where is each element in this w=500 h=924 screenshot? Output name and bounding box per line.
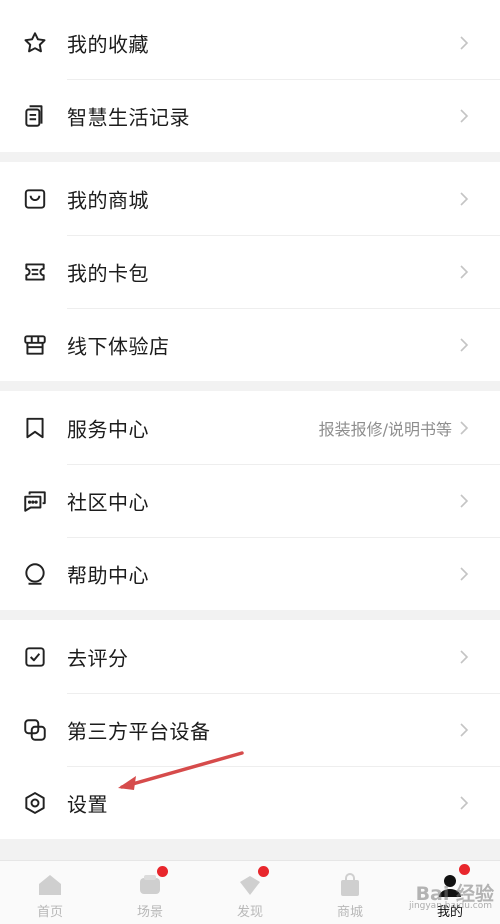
ticket-icon xyxy=(25,262,45,281)
menu-item-smart-life-records[interactable]: 智慧生活记录 xyxy=(0,79,500,152)
chevron-right-icon xyxy=(460,420,469,435)
settings-menu: 我的收藏 智慧生活记录 我的商城 我的卡包 线下体验店 服务中心 报装报修/说明… xyxy=(0,0,500,839)
checkbox-icon xyxy=(25,646,45,667)
chevron-right-icon xyxy=(460,649,469,664)
chevron-right-icon xyxy=(460,493,469,508)
help-icon xyxy=(25,562,45,585)
menu-item-label: 智慧生活记录 xyxy=(67,105,190,129)
menu-group-favorites: 我的收藏 智慧生活记录 xyxy=(0,0,500,152)
notification-badge xyxy=(157,866,168,877)
shopping-bag-icon xyxy=(24,188,46,209)
tab-label: 商城 xyxy=(336,905,363,920)
mall-icon xyxy=(341,873,359,896)
menu-item-label: 社区中心 xyxy=(67,490,149,514)
tab-label: 场景 xyxy=(136,905,163,920)
tab-home[interactable]: 首页 xyxy=(0,861,100,924)
tab-label: 首页 xyxy=(36,905,63,920)
notification-badge xyxy=(459,864,470,875)
tab-mall[interactable]: 商城 xyxy=(300,861,400,924)
section-divider xyxy=(0,152,500,162)
watermark-logo: Bai 经验 jingyan.baidu.com xyxy=(408,883,494,911)
chat-icon xyxy=(24,490,46,512)
chevron-right-icon xyxy=(460,337,469,352)
store-icon xyxy=(24,334,46,355)
menu-item-label: 我的卡包 xyxy=(67,261,149,285)
menu-item-label: 我的收藏 xyxy=(67,32,149,56)
menu-item-my-mall[interactable]: 我的商城 xyxy=(0,162,500,235)
menu-group-service: 服务中心 报装报修/说明书等 社区中心 帮助中心 xyxy=(0,391,500,610)
menu-item-favorites[interactable]: 我的收藏 xyxy=(0,6,500,79)
menu-item-rate[interactable]: 去评分 xyxy=(0,620,500,693)
section-divider xyxy=(0,381,500,391)
chevron-right-icon xyxy=(460,264,469,279)
document-icon xyxy=(25,104,43,127)
menu-item-subtitle: 报装报修/说明书等 xyxy=(318,419,452,439)
menu-item-community-center[interactable]: 社区中心 xyxy=(0,464,500,537)
menu-item-card-wallet[interactable]: 我的卡包 xyxy=(0,235,500,308)
menu-item-label: 设置 xyxy=(67,792,108,816)
settings-icon xyxy=(25,791,45,814)
chevron-right-icon xyxy=(460,566,469,581)
menu-item-label: 去评分 xyxy=(67,646,129,670)
link-icon xyxy=(24,718,46,741)
bookmark-icon xyxy=(26,417,44,438)
star-icon xyxy=(24,31,46,52)
home-icon xyxy=(39,875,61,895)
tab-scene[interactable]: 场景 xyxy=(100,861,200,924)
notification-badge xyxy=(258,866,269,877)
chevron-right-icon xyxy=(460,35,469,50)
chevron-right-icon xyxy=(460,722,469,737)
menu-group-shopping: 我的商城 我的卡包 线下体验店 xyxy=(0,162,500,381)
section-divider xyxy=(0,610,500,620)
tab-label: 发现 xyxy=(236,905,263,920)
menu-item-third-party-devices[interactable]: 第三方平台设备 xyxy=(0,693,500,766)
menu-item-service-center[interactable]: 服务中心 报装报修/说明书等 xyxy=(0,391,500,464)
menu-item-label: 我的商城 xyxy=(67,188,149,212)
menu-group-settings: 去评分 第三方平台设备 设置 xyxy=(0,620,500,839)
menu-item-label: 服务中心 xyxy=(67,417,149,441)
chevron-right-icon xyxy=(460,108,469,123)
chevron-right-icon xyxy=(460,795,469,810)
menu-item-label: 帮助中心 xyxy=(67,563,149,587)
menu-item-label: 线下体验店 xyxy=(67,334,170,358)
menu-item-label: 第三方平台设备 xyxy=(67,719,211,743)
chevron-right-icon xyxy=(460,191,469,206)
menu-item-settings[interactable]: 设置 xyxy=(0,766,500,839)
tab-discover[interactable]: 发现 xyxy=(200,861,300,924)
menu-item-help-center[interactable]: 帮助中心 xyxy=(0,537,500,610)
menu-item-offline-store[interactable]: 线下体验店 xyxy=(0,308,500,381)
